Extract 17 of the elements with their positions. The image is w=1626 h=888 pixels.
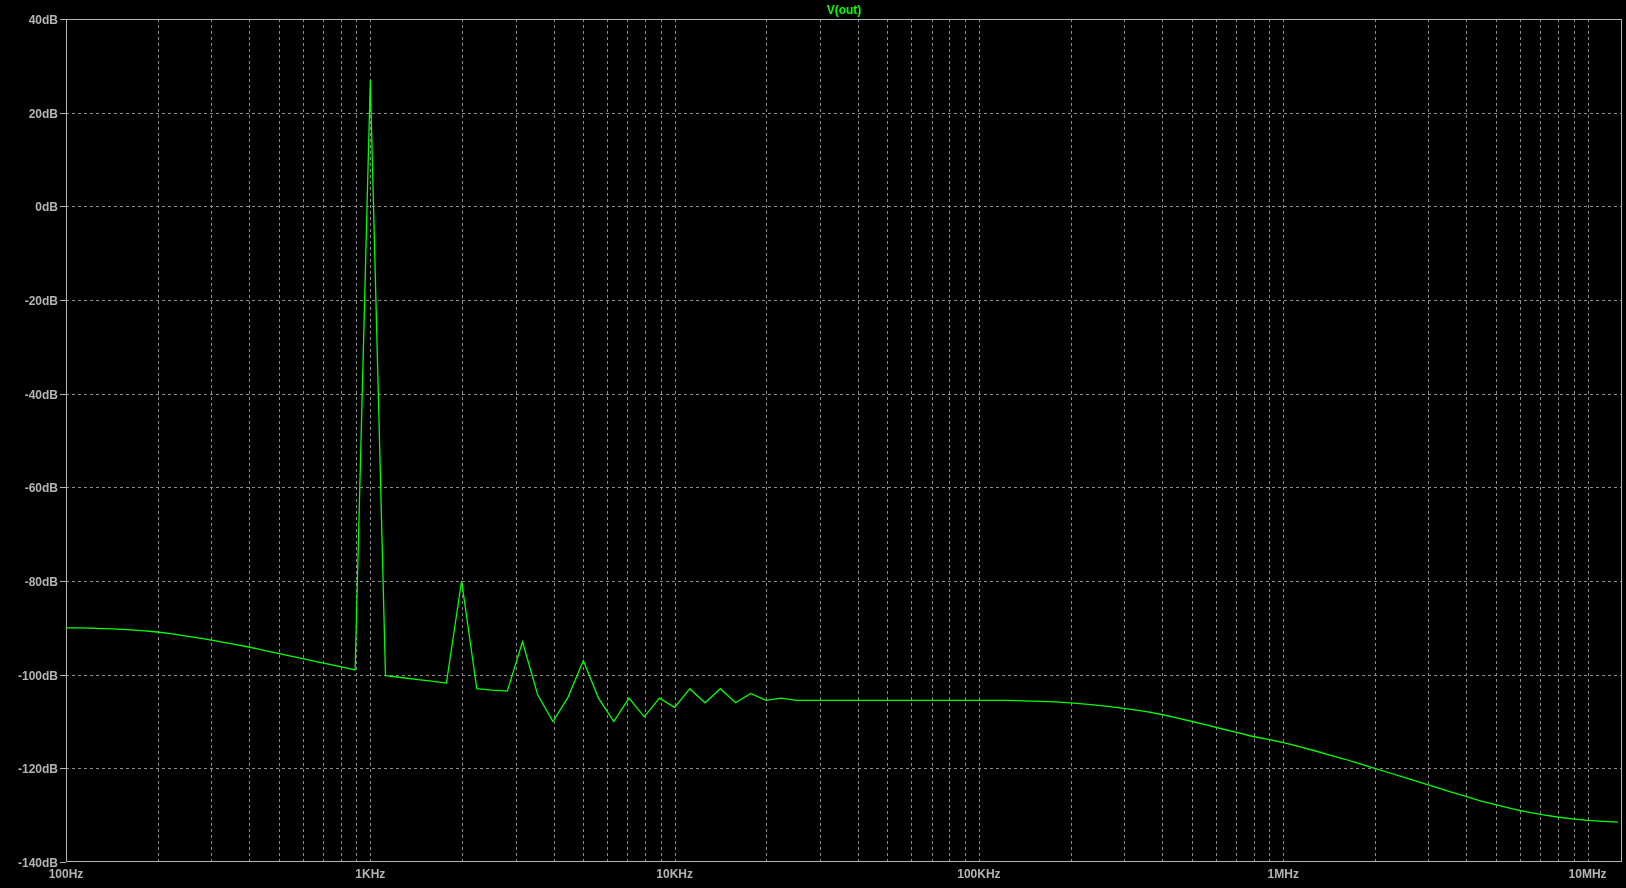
y-axis-label: -100dB [18,668,58,683]
x-axis-label: 10MHz [1568,867,1607,881]
y-axis-label: -80dB [24,574,58,589]
x-axis-label: 1MHz [1267,867,1299,881]
y-axis-label: -40dB [24,387,58,402]
x-axis-label: 10KHz [656,867,693,881]
x-axis-label: 1KHz [355,867,386,881]
y-axis-label: -140dB [18,855,58,870]
y-axis-label: 40dB [28,12,58,27]
x-axis-label: 100Hz [48,867,84,881]
x-axis-label: 100KHz [957,867,1001,881]
y-axis-label: -20dB [24,293,58,308]
trace-legend-label[interactable]: V(out) [826,3,862,17]
y-axis-label: 20dB [28,106,58,121]
y-axis-label: -120dB [18,761,58,776]
y-axis-label: -60dB [24,480,58,495]
y-axis-label: 0dB [35,199,58,214]
